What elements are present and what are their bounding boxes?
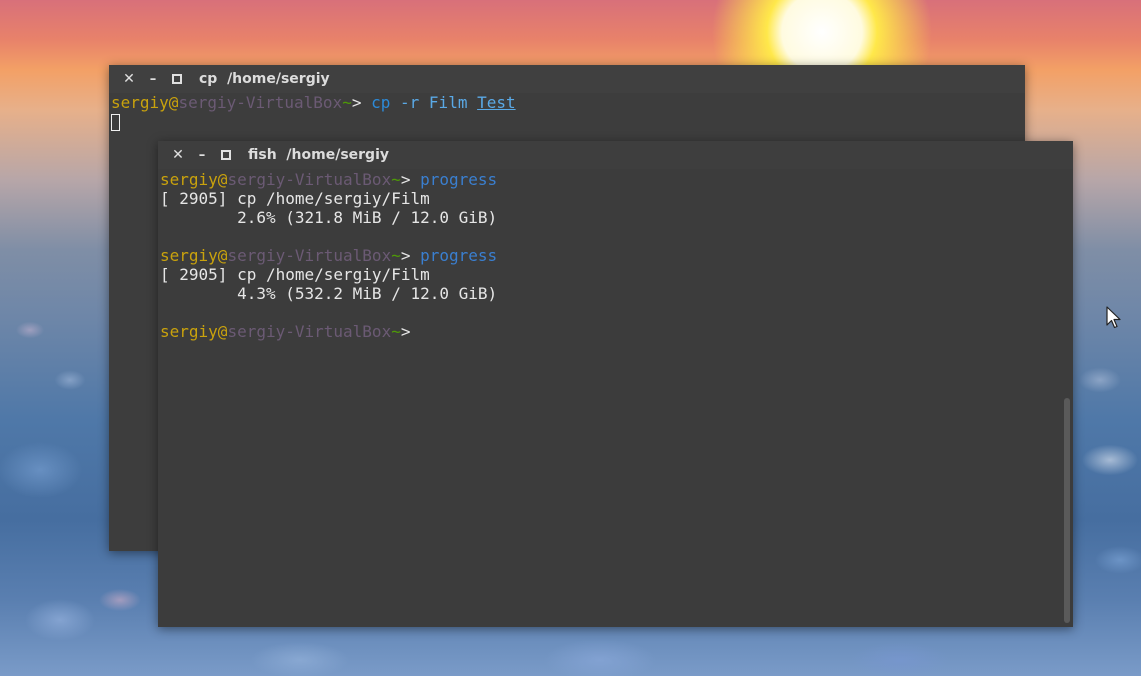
output-line: [ 2905] cp /home/sergiy/Film <box>160 265 430 284</box>
prompt-line: sergiy@sergiy-VirtualBox~> cp -r Film Te… <box>111 93 1013 112</box>
output-progress-line: 4.3% (532.2 MiB / 12.0 GiB) <box>160 284 498 303</box>
prompt-arrow: > <box>400 322 421 341</box>
prompt-arrow: > <box>351 93 372 112</box>
prompt-arrow: > <box>400 246 421 265</box>
prompt-line: sergiy@sergiy-VirtualBox~> progress <box>160 246 1061 265</box>
close-icon[interactable]: ✕ <box>166 141 190 169</box>
prompt-user: sergiy <box>111 93 169 112</box>
maximize-icon[interactable] <box>165 65 189 93</box>
prompt-at: @ <box>217 170 228 189</box>
cursor-line <box>111 112 1013 131</box>
prompt-user: sergiy <box>160 322 218 341</box>
mouse-pointer-icon <box>1106 306 1121 329</box>
output-line: [ 2905] cp /home/sergiy/Film <box>160 189 430 208</box>
text-cursor <box>111 114 120 131</box>
minimize-icon[interactable]: – <box>141 65 165 93</box>
prompt-at: @ <box>217 246 228 265</box>
close-icon[interactable]: ✕ <box>117 65 141 93</box>
command-name: progress <box>420 246 498 265</box>
window-title: fish /home/sergiy <box>248 147 389 163</box>
prompt-path: ~ <box>391 170 401 189</box>
minimize-icon[interactable]: – <box>190 141 214 169</box>
command-arg-destination[interactable]: Test <box>477 93 516 112</box>
prompt-host: sergiy-VirtualBox <box>227 322 392 341</box>
prompt-host: sergiy-VirtualBox <box>178 93 343 112</box>
prompt-path: ~ <box>342 93 352 112</box>
maximize-icon[interactable] <box>214 141 238 169</box>
prompt-line: sergiy@sergiy-VirtualBox~> <box>160 322 1061 341</box>
titlebar-cp[interactable]: ✕ – cp /home/sergiy <box>109 65 1025 93</box>
command-name: progress <box>420 170 498 189</box>
prompt-line: sergiy@sergiy-VirtualBox~> progress <box>160 170 1061 189</box>
prompt-arrow: > <box>400 170 421 189</box>
output-progress-line: 2.6% (321.8 MiB / 12.0 GiB) <box>160 208 498 227</box>
command-arg-source: Film <box>428 93 468 112</box>
prompt-path: ~ <box>391 246 401 265</box>
command-name: cp <box>371 93 391 112</box>
prompt-host: sergiy-VirtualBox <box>227 246 392 265</box>
scrollbar[interactable] <box>1064 398 1070 623</box>
titlebar-fish[interactable]: ✕ – fish /home/sergiy <box>158 141 1073 169</box>
prompt-path: ~ <box>391 322 401 341</box>
command-flag: -r <box>400 93 420 112</box>
window-title: cp /home/sergiy <box>199 71 330 87</box>
terminal-output-fish[interactable]: sergiy@sergiy-VirtualBox~> progress[ 290… <box>160 170 1061 627</box>
terminal-window-fish[interactable]: ✕ – fish /home/sergiy sergiy@sergiy-Virt… <box>158 141 1073 627</box>
prompt-host: sergiy-VirtualBox <box>227 170 392 189</box>
prompt-user: sergiy <box>160 170 218 189</box>
prompt-user: sergiy <box>160 246 218 265</box>
prompt-at: @ <box>168 93 179 112</box>
prompt-at: @ <box>217 322 228 341</box>
